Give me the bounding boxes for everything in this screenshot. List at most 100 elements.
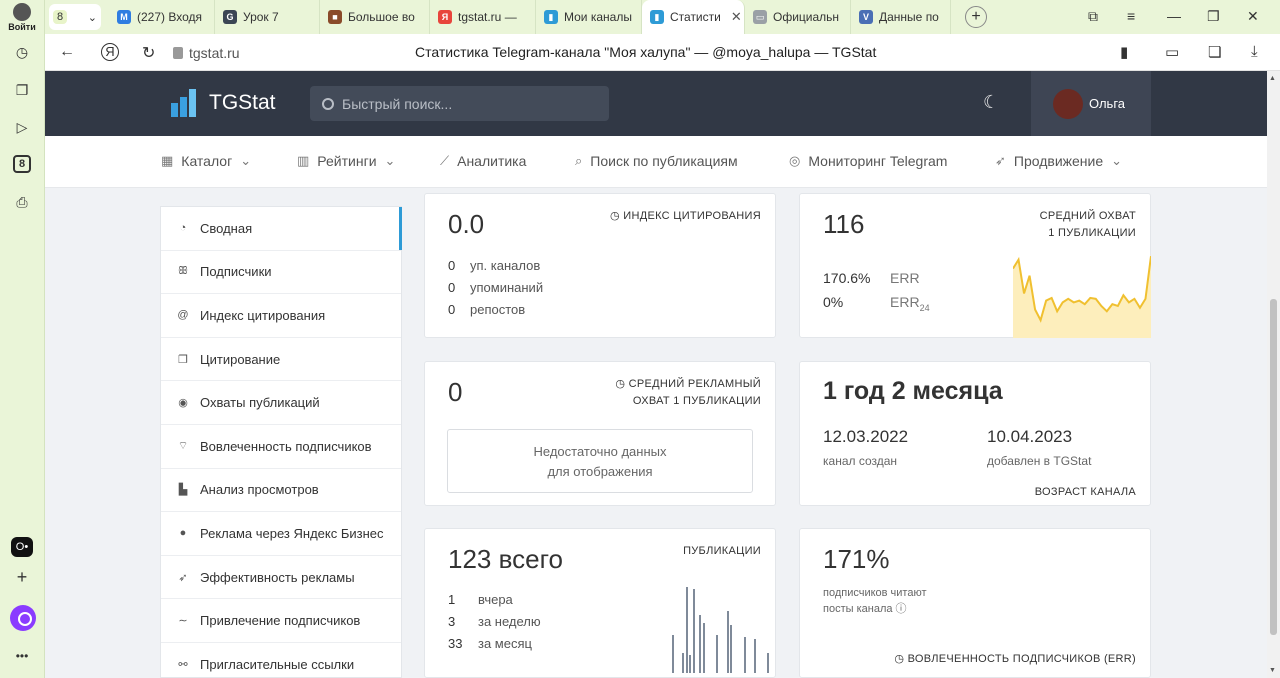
nav-label: Мониторинг Telegram (808, 153, 948, 169)
sidebar-item-icon: ⌔ (177, 440, 189, 453)
posts-title: ПУБЛИКАЦИИ (683, 545, 761, 557)
stat-number: 1 (448, 592, 456, 607)
tab-6[interactable]: ▭ Официальн (745, 0, 851, 34)
nav-item-5[interactable]: ➶ Продвижение ⌄ (995, 153, 1122, 169)
tab-label: Статисти (670, 10, 721, 24)
sidebar-item-4[interactable]: ◉ Охваты публикаций (161, 381, 401, 425)
back-icon[interactable]: ← (59, 43, 75, 61)
nav-label: Аналитика (457, 153, 527, 169)
screenshot-icon[interactable]: ⎙ (12, 192, 32, 212)
search-input[interactable]: Быстрый поиск... (310, 86, 609, 121)
nav-item-3[interactable]: ⌕ Поиск по публикациям (575, 153, 738, 169)
reload-icon[interactable]: ↻ (142, 43, 155, 63)
tab-label: Урок 7 (243, 10, 279, 24)
no-data-box: Недостаточно данных для отображения (447, 429, 753, 493)
channel-age-value: 1 год 2 месяца (823, 377, 1003, 405)
nav-label: Каталог (181, 153, 233, 169)
sidebar-item-icon: ▙ (178, 484, 188, 497)
new-tab-button[interactable]: + (965, 6, 987, 28)
sidebar-item-8[interactable]: ➶ Эффективность рекламы (161, 556, 401, 600)
bookmark-icon[interactable]: ▮ (1120, 43, 1128, 61)
sidebar-item-label: Эффективность рекламы (200, 569, 355, 585)
sidebar-item-0[interactable]: ◔ Сводная (161, 207, 402, 251)
tab-label: tgstat.ru — (458, 10, 517, 24)
tab-favicon-icon: ▭ (753, 10, 767, 24)
add-icon[interactable]: + (12, 567, 32, 587)
stat-number: 0 (448, 280, 456, 295)
dark-mode-toggle-icon[interactable]: ☾ (983, 92, 999, 113)
tab-favicon-icon: M (117, 10, 131, 24)
tab-close-icon[interactable]: ✕ (731, 9, 742, 25)
ad-reach-title: ◷ СРЕДНИЙ РЕКЛАМНЫЙ ОХВАТ 1 ПУБЛИКАЦИИ (615, 378, 761, 407)
tab-7[interactable]: V Данные по (851, 0, 951, 34)
tab-0[interactable]: M (227) Входя (109, 0, 215, 34)
post-bar (682, 653, 685, 673)
nav-icon: ◎ (789, 153, 801, 168)
sidebar-item-icon: ● (179, 527, 187, 540)
menu-icon[interactable]: ≡ (1127, 8, 1135, 24)
nav-item-2[interactable]: ⟋ Аналитика (440, 153, 526, 169)
nav-item-0[interactable]: ▦ Каталог ⌄ (161, 153, 251, 169)
sidebar-item-9[interactable]: ∼ Привлечение подписчиков (161, 599, 401, 643)
sidebar-item-6[interactable]: ▙ Анализ просмотров (161, 469, 401, 513)
minimize-icon[interactable]: — (1167, 8, 1181, 24)
sidebar-item-3[interactable]: ❐ Цитирование (161, 338, 401, 382)
tab-1[interactable]: G Урок 7 (215, 0, 320, 34)
ad-reach-value: 0 (448, 377, 463, 407)
nav-item-1[interactable]: ▥ Рейтинги ⌄ (297, 153, 395, 169)
created-date: 12.03.2022 (823, 427, 909, 446)
stat-label: за неделю (478, 614, 541, 629)
chevron-down-icon: ⌄ (1111, 153, 1123, 168)
nav-icon: ⌕ (575, 153, 583, 168)
sidebar-item-1[interactable]: ꕥ Подписчики (161, 251, 401, 295)
avatar (1053, 88, 1083, 119)
sidebar-item-icon: ❐ (178, 353, 188, 366)
post-bar (753, 639, 756, 673)
posts-total: 123 всего (448, 544, 563, 574)
sidebar-item-label: Охваты публикаций (200, 395, 320, 411)
page-scrollbar[interactable]: ▲ ▼ (1267, 71, 1280, 678)
tab-manager-icon[interactable]: ⧉ (1088, 8, 1098, 25)
sidebar-item-label: Анализ просмотров (200, 482, 319, 498)
restore-icon[interactable]: ❐ (1207, 8, 1220, 25)
close-window-icon[interactable]: ✕ (1247, 8, 1259, 25)
tab-5[interactable]: ▮ Статисти ✕ (642, 0, 745, 34)
post-bar (716, 635, 719, 673)
info-icon[interactable]: ⓘ (896, 603, 907, 615)
sidebar-item-2[interactable]: @ Индекс цитирования (161, 294, 401, 338)
tab-favicon-icon: G (223, 10, 237, 24)
history-icon[interactable]: ◷ (12, 42, 32, 62)
sidebar-item-label: Индекс цитирования (200, 307, 326, 323)
stat-label: репостов (470, 302, 526, 317)
video-icon[interactable]: ▷ (12, 117, 32, 137)
collections-icon[interactable]: ❐ (12, 80, 32, 100)
sidebar-item-icon: ꕥ (177, 265, 189, 278)
sidebar-item-10[interactable]: ⚯ Пригласительные ссылки (161, 643, 401, 678)
url-field[interactable]: tgstat.ru (173, 42, 273, 64)
alice-assistant-icon[interactable] (10, 605, 36, 631)
yandex-icon[interactable]: Я (101, 43, 119, 61)
counter-badge-icon[interactable]: 8 (13, 155, 31, 173)
sidebar-item-7[interactable]: ● Реклама через Яндекс Бизнес (161, 512, 401, 556)
tab-label: Мои каналы (564, 10, 632, 24)
login-button[interactable]: Войти (4, 3, 40, 32)
tab-4[interactable]: ▮ Мои каналы (536, 0, 642, 34)
nav-icon: ⟋ (440, 153, 450, 168)
extensions-icon[interactable]: ❏ (1208, 43, 1221, 61)
tab-counter[interactable]: 8 ⌄ (49, 4, 101, 30)
user-menu[interactable]: Ольга (1031, 71, 1151, 136)
tab-2[interactable]: ■ Большое во (320, 0, 430, 34)
more-icon[interactable]: ••• (12, 646, 32, 666)
stat-row: 0 уп. каналов (448, 258, 540, 273)
scrollbar-thumb[interactable] (1270, 299, 1277, 635)
sidebar-item-label: Цитирование (200, 351, 281, 367)
sidebar-item-5[interactable]: ⌔ Вовлеченность подписчиков (161, 425, 401, 469)
battery-icon[interactable]: ▭ (1165, 43, 1179, 61)
dark-app-icon[interactable]: O• (11, 537, 33, 557)
channel-age-card: 1 год 2 месяца 12.03.2022 канал создан 1… (799, 361, 1151, 506)
sidebar-item-icon: ◔ (179, 222, 187, 235)
download-icon[interactable]: ⤓ (1251, 43, 1258, 60)
nav-item-4[interactable]: ◎ Мониторинг Telegram (789, 153, 947, 169)
site-logo[interactable]: TGStat (171, 89, 276, 117)
tab-3[interactable]: Яtgstat.ru — (430, 0, 536, 34)
